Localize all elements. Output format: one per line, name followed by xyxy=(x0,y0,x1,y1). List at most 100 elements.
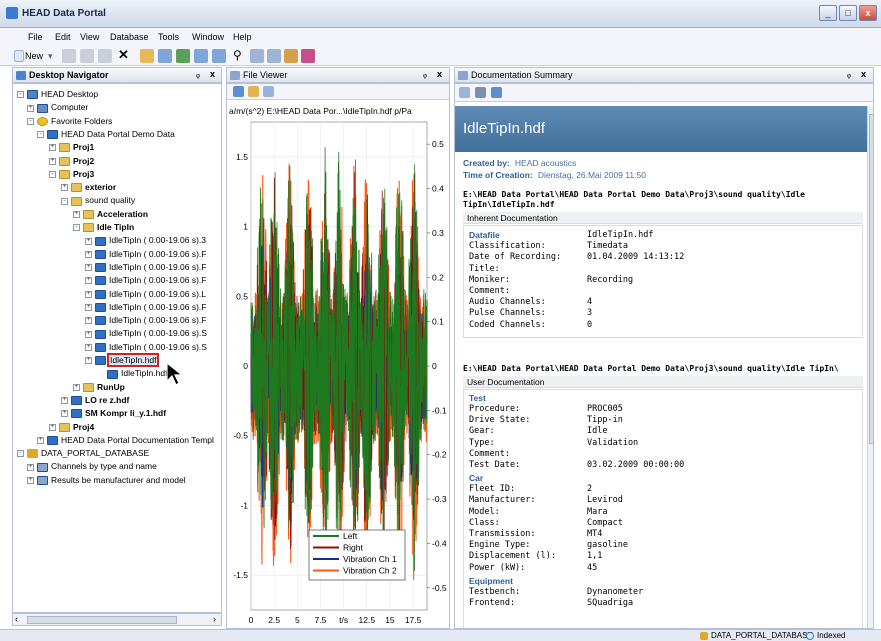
delete-icon[interactable]: ✕ xyxy=(118,47,129,63)
waveform-chart[interactable]: a/m/(s^2) E:\HEAD Data Por...\IdleTipIn.… xyxy=(227,100,450,629)
expand-icon[interactable]: + xyxy=(85,237,92,245)
tree-item[interactable]: + Channels by type and name xyxy=(27,460,157,472)
pin-icon[interactable]: ᵩ xyxy=(196,69,200,79)
menu-edit[interactable]: Edit xyxy=(55,32,71,42)
tree-item[interactable]: + IdleTipIn ( 0.00-19.06 s).S xyxy=(85,327,207,339)
tree-item[interactable]: + IdleTipIn ( 0.00-19.06 s).F xyxy=(85,301,206,313)
expand-icon[interactable]: + xyxy=(49,144,56,152)
scroll-right-icon[interactable]: › xyxy=(213,614,216,624)
pin-icon[interactable]: ᵩ xyxy=(847,69,851,79)
tree-item[interactable]: + LO re z.hdf xyxy=(61,394,129,406)
expand-icon[interactable]: + xyxy=(85,304,92,312)
tree-item[interactable]: + Proj2 xyxy=(49,155,94,167)
grid-icon[interactable] xyxy=(250,49,264,63)
navigator-hscrollbar[interactable]: ‹ › xyxy=(12,613,222,626)
tree-item[interactable]: + exterior xyxy=(61,181,116,193)
scroll-thumb[interactable] xyxy=(27,616,177,624)
expand-icon[interactable]: + xyxy=(85,277,92,285)
refresh-icon[interactable] xyxy=(176,49,190,63)
navigator-close-icon[interactable]: x xyxy=(210,69,215,79)
tree-item[interactable]: + IdleTipIn ( 0.00-19.06 s).L xyxy=(85,288,206,300)
expand-icon[interactable]: + xyxy=(85,330,92,338)
collapse-icon[interactable]: - xyxy=(61,197,68,205)
tree-item[interactable]: + IdleTipIn ( 0.00-19.06 s).S xyxy=(85,341,207,353)
tree-item[interactable]: + RunUp xyxy=(73,381,125,393)
list-icon[interactable] xyxy=(267,49,281,63)
close-button[interactable]: x xyxy=(859,5,877,21)
expand-icon[interactable]: + xyxy=(49,423,56,431)
menu-database[interactable]: Database xyxy=(110,32,149,42)
search-icon[interactable]: ⚲ xyxy=(233,48,242,62)
tree-item[interactable]: + Computer xyxy=(27,101,88,113)
pdf-icon[interactable] xyxy=(301,49,315,63)
expand-icon[interactable]: + xyxy=(85,250,92,258)
tree-item[interactable]: - HEAD Data Portal Demo Data xyxy=(37,128,175,140)
menu-tools[interactable]: Tools xyxy=(158,32,179,42)
status-indexed[interactable]: Indexed xyxy=(817,631,845,640)
print-icon[interactable] xyxy=(475,87,486,98)
open-folder-icon[interactable] xyxy=(140,49,154,63)
collapse-icon[interactable]: - xyxy=(73,224,80,232)
tree-item[interactable]: + Proj4 xyxy=(49,421,94,433)
collapse-icon[interactable]: - xyxy=(17,450,24,458)
tree-item[interactable]: + Results be manufacturer and model xyxy=(27,474,186,486)
tree-item[interactable]: - HEAD Desktop xyxy=(17,88,98,100)
collapse-icon[interactable]: - xyxy=(37,131,44,139)
expand-icon[interactable]: + xyxy=(73,210,80,218)
chart-icon[interactable] xyxy=(212,49,226,63)
tree-item[interactable]: + IdleTipIn.hdf xyxy=(85,353,160,367)
tree-item[interactable]: + IdleTipIn ( 0.00-19.06 s).F xyxy=(85,274,206,286)
tree-item[interactable]: - DATA_PORTAL_DATABASE xyxy=(17,447,149,459)
file-viewer-close-icon[interactable]: x xyxy=(437,69,442,79)
wand-icon[interactable] xyxy=(284,49,298,63)
pin-icon[interactable]: ᵩ xyxy=(423,69,427,79)
tree-item[interactable]: - sound quality xyxy=(61,194,135,206)
expand-icon[interactable]: + xyxy=(85,317,92,325)
expand-icon[interactable]: + xyxy=(27,104,34,112)
tree-item[interactable]: IdleTipIn.hdf xyxy=(97,367,167,379)
copy-icon[interactable] xyxy=(80,49,94,63)
expand-icon[interactable]: + xyxy=(85,290,92,298)
tree-item[interactable]: + IdleTipIn ( 0.00-19.06 s).F xyxy=(85,248,206,260)
dropdown-icon[interactable]: ▾ xyxy=(48,51,53,62)
tree-item[interactable]: + IdleTipIn ( 0.00-19.06 s).3 xyxy=(85,234,206,246)
table-view-icon[interactable] xyxy=(263,86,274,97)
collapse-icon[interactable]: - xyxy=(17,91,24,99)
zoom-icon[interactable] xyxy=(248,86,259,97)
tree-item[interactable]: + Acceleration xyxy=(73,208,148,220)
minimize-button[interactable]: _ xyxy=(819,5,837,21)
tree-item[interactable]: - Idle TipIn xyxy=(73,221,134,233)
collapse-icon[interactable]: - xyxy=(49,171,56,179)
expand-icon[interactable]: + xyxy=(61,397,68,405)
paste-icon[interactable] xyxy=(98,49,112,63)
menu-help[interactable]: Help xyxy=(233,32,252,42)
scroll-left-icon[interactable]: ‹ xyxy=(15,614,18,624)
export-icon[interactable] xyxy=(194,49,208,63)
print-preview-icon[interactable] xyxy=(459,87,470,98)
menu-view[interactable]: View xyxy=(80,32,99,42)
menu-window[interactable]: Window xyxy=(192,32,224,42)
doc-summary-close-icon[interactable]: x xyxy=(861,69,866,79)
restore-button[interactable]: □ xyxy=(839,5,857,21)
expand-icon[interactable]: + xyxy=(61,410,68,418)
expand-icon[interactable]: + xyxy=(85,264,92,272)
expand-icon[interactable]: + xyxy=(61,184,68,192)
expand-icon[interactable]: + xyxy=(27,463,34,471)
tree-item[interactable]: - Proj3 xyxy=(49,168,94,180)
import-icon[interactable] xyxy=(158,49,172,63)
export-doc-icon[interactable] xyxy=(491,87,502,98)
expand-icon[interactable]: + xyxy=(49,157,56,165)
collapse-icon[interactable]: - xyxy=(27,117,34,125)
expand-icon[interactable]: + xyxy=(37,437,44,445)
expand-icon[interactable]: + xyxy=(27,476,34,484)
status-database[interactable]: DATA_PORTAL_DATABASE xyxy=(711,631,813,640)
menu-file[interactable]: File xyxy=(28,32,43,42)
tree-item[interactable]: + Proj1 xyxy=(49,141,94,153)
tree-item[interactable]: + IdleTipIn ( 0.00-19.06 s).F xyxy=(85,314,206,326)
new-button[interactable]: New xyxy=(25,51,43,61)
tree-item[interactable]: - Favorite Folders xyxy=(27,115,112,127)
tree-item[interactable]: + IdleTipIn ( 0.00-19.06 s).F xyxy=(85,261,206,273)
expand-icon[interactable]: + xyxy=(85,343,92,351)
doc-scroll-thumb[interactable] xyxy=(869,114,873,444)
tree-item[interactable]: + SM Kompr li_y.1.hdf xyxy=(61,407,166,419)
